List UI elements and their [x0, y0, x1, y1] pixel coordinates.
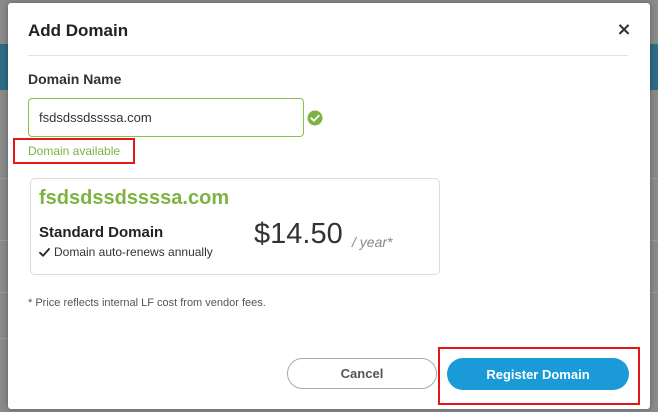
dialog-title: Add Domain	[28, 21, 129, 40]
register-domain-button[interactable]: Register Domain	[447, 358, 629, 390]
domain-name-input[interactable]	[28, 98, 304, 137]
title-divider	[28, 55, 628, 56]
result-domain-name: fsdsdssdssssa.com	[39, 187, 230, 209]
check-circle-icon	[307, 110, 323, 126]
background-divider	[650, 240, 658, 241]
close-icon[interactable]: ×	[615, 21, 633, 39]
domain-name-label: Domain Name	[28, 71, 122, 87]
availability-status: Domain available	[28, 144, 121, 158]
background-header-right	[650, 44, 658, 90]
domain-type: Standard Domain	[39, 224, 164, 241]
auto-renew-note: Domain auto-renews annually	[39, 245, 213, 259]
add-domain-dialog: Add Domain × Domain Name Domain availabl…	[8, 3, 650, 409]
auto-renew-text: Domain auto-renews annually	[54, 245, 213, 259]
background-divider	[650, 292, 658, 293]
cancel-button[interactable]: Cancel	[287, 358, 437, 389]
background-divider	[650, 178, 658, 179]
price-period: / year*	[352, 234, 393, 250]
domain-price: $14.50	[254, 218, 343, 250]
checkmark-icon	[39, 247, 50, 257]
price-footnote: * Price reflects internal LF cost from v…	[28, 297, 266, 309]
